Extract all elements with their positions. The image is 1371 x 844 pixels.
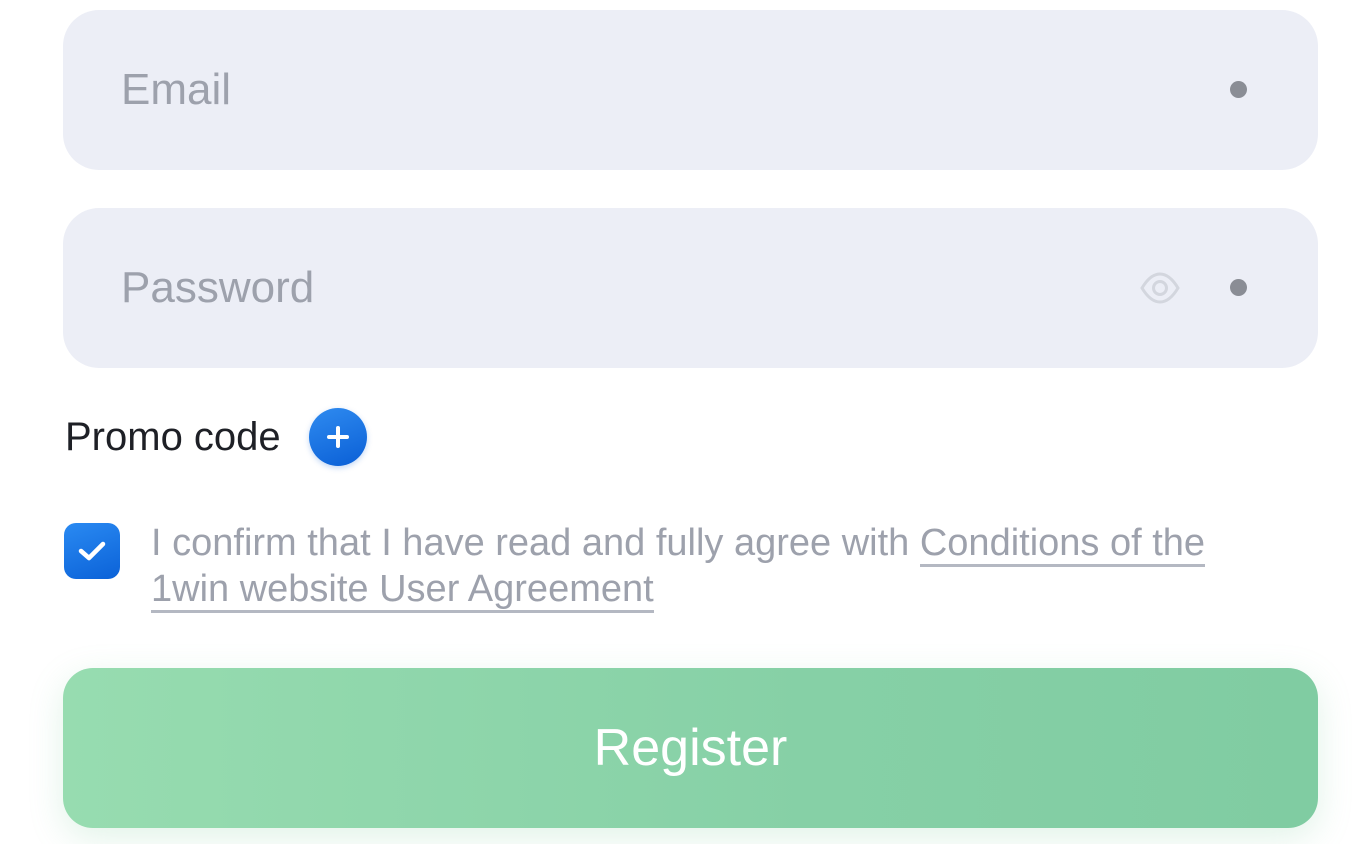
password-field[interactable] xyxy=(121,208,1121,368)
password-field-container[interactable] xyxy=(63,208,1318,368)
promo-code-label: Promo code xyxy=(65,414,281,459)
registration-form: Promo code I confirm that I have read an… xyxy=(0,0,1371,844)
agreement-text: I confirm that I have read and fully agr… xyxy=(151,520,1271,613)
checkmark-icon xyxy=(78,541,106,561)
promo-add-button[interactable] xyxy=(308,408,367,466)
agreement-checkbox[interactable] xyxy=(64,523,120,579)
email-field[interactable] xyxy=(121,10,1121,170)
register-button[interactable]: Register xyxy=(63,668,1318,828)
eye-icon[interactable] xyxy=(1140,270,1180,306)
required-dot-icon xyxy=(1230,279,1247,296)
agreement-statement: I confirm that I have read and fully agr… xyxy=(151,522,920,564)
email-field-container[interactable] xyxy=(63,10,1318,170)
required-dot-icon xyxy=(1230,81,1247,98)
plus-icon xyxy=(326,426,349,448)
promo-code-row: Promo code xyxy=(65,408,367,466)
